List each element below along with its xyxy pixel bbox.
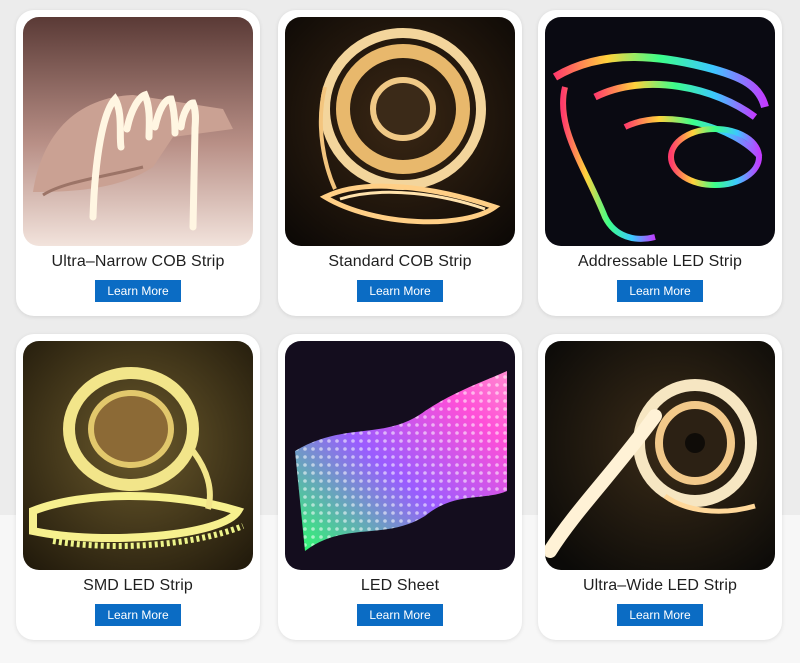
standard-cob-strip-photo bbox=[285, 17, 515, 246]
smd-led-strip-photo bbox=[23, 341, 253, 570]
product-title: Addressable LED Strip bbox=[578, 253, 742, 270]
product-card-ultra-wide[interactable]: Ultra–Wide LED Strip Learn More bbox=[538, 334, 782, 640]
learn-more-button[interactable]: Learn More bbox=[617, 604, 703, 626]
learn-more-button[interactable]: Learn More bbox=[357, 604, 443, 626]
ultra-wide-led-strip-photo bbox=[545, 341, 775, 570]
product-card-addressable[interactable]: Addressable LED Strip Learn More bbox=[538, 10, 782, 316]
led-sheet-photo bbox=[285, 341, 515, 570]
product-card-smd[interactable]: SMD LED Strip Learn More bbox=[16, 334, 260, 640]
product-title: LED Sheet bbox=[360, 577, 440, 594]
ultra-narrow-cob-strip-photo bbox=[23, 17, 253, 246]
learn-more-button[interactable]: Learn More bbox=[357, 280, 443, 302]
learn-more-button[interactable]: Learn More bbox=[617, 280, 703, 302]
product-title: Ultra–Wide LED Strip bbox=[582, 577, 738, 594]
product-title: SMD LED Strip bbox=[83, 577, 193, 594]
product-card-ultra-narrow-cob[interactable]: Ultra–Narrow COB Strip Learn More bbox=[16, 10, 260, 316]
product-title: Standard COB Strip bbox=[328, 253, 472, 270]
product-card-sheet[interactable]: LED Sheet Learn More bbox=[278, 334, 522, 640]
learn-more-button[interactable]: Learn More bbox=[95, 280, 181, 302]
product-card-standard-cob[interactable]: Standard COB Strip Learn More bbox=[278, 10, 522, 316]
product-title: Ultra–Narrow COB Strip bbox=[51, 253, 225, 270]
addressable-led-strip-photo bbox=[545, 17, 775, 246]
learn-more-button[interactable]: Learn More bbox=[95, 604, 181, 626]
